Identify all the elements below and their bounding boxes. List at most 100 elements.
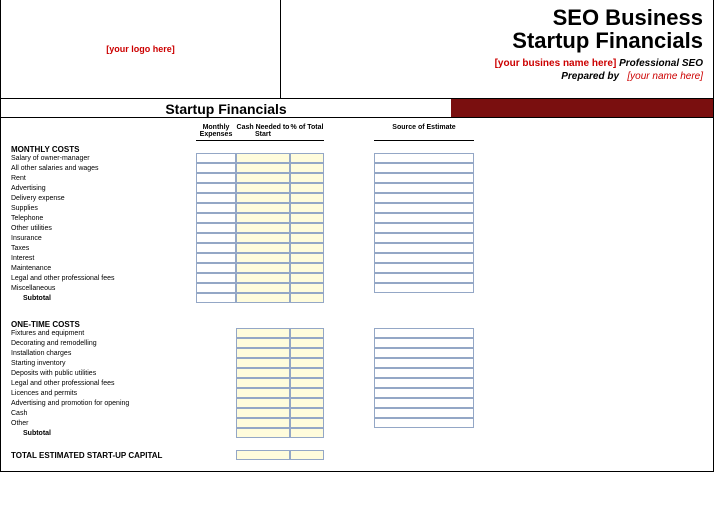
band-accent <box>451 99 713 117</box>
cell-source[interactable] <box>374 253 474 263</box>
cell-monthly[interactable] <box>196 213 236 223</box>
cell-cash[interactable] <box>236 418 290 428</box>
cell-monthly[interactable] <box>196 193 236 203</box>
cell-source[interactable] <box>374 418 474 428</box>
cell-cash[interactable] <box>236 223 290 233</box>
cell-source[interactable] <box>374 283 474 293</box>
row-label: Interest <box>11 254 196 264</box>
cell-cash[interactable] <box>236 153 290 163</box>
cell-cash[interactable] <box>236 233 290 243</box>
cell-cash[interactable] <box>236 193 290 203</box>
cell-pct[interactable] <box>290 223 324 233</box>
cell-source[interactable] <box>374 163 474 173</box>
cell-pct[interactable] <box>290 153 324 163</box>
cell-cash[interactable] <box>236 450 290 460</box>
cell-pct[interactable] <box>290 378 324 388</box>
cell-pct[interactable] <box>290 163 324 173</box>
cell-cash[interactable] <box>236 293 290 303</box>
cell-cash[interactable] <box>236 273 290 283</box>
cell-pct[interactable] <box>290 253 324 263</box>
table-row: Other <box>11 419 703 429</box>
cell-source[interactable] <box>374 338 474 348</box>
cell-pct[interactable] <box>290 293 324 303</box>
cell-monthly[interactable] <box>196 273 236 283</box>
row-label: Other <box>11 419 196 429</box>
cell-pct[interactable] <box>290 173 324 183</box>
cell-monthly[interactable] <box>196 263 236 273</box>
cell-source[interactable] <box>374 233 474 243</box>
cell-source[interactable] <box>374 183 474 193</box>
cell-cash[interactable] <box>236 358 290 368</box>
cell-pct[interactable] <box>290 273 324 283</box>
cell-source[interactable] <box>374 173 474 183</box>
cell-pct[interactable] <box>290 338 324 348</box>
cell-source[interactable] <box>374 358 474 368</box>
cell-pct[interactable] <box>290 418 324 428</box>
cell-source[interactable] <box>374 328 474 338</box>
cell-monthly[interactable] <box>196 253 236 263</box>
cell-cash[interactable] <box>236 243 290 253</box>
cell-cash[interactable] <box>236 183 290 193</box>
cell-monthly[interactable] <box>196 293 236 303</box>
cell-cash[interactable] <box>236 213 290 223</box>
cell-cash[interactable] <box>236 163 290 173</box>
cell-pct[interactable] <box>290 183 324 193</box>
cell-cash[interactable] <box>236 398 290 408</box>
cell-source[interactable] <box>374 243 474 253</box>
cell-monthly[interactable] <box>196 163 236 173</box>
cell-source[interactable] <box>374 213 474 223</box>
cell-source[interactable] <box>374 273 474 283</box>
cell-monthly[interactable] <box>196 243 236 253</box>
cell-cash[interactable] <box>236 348 290 358</box>
cell-source[interactable] <box>374 378 474 388</box>
cell-pct[interactable] <box>290 398 324 408</box>
cell-pct[interactable] <box>290 213 324 223</box>
total-row: TOTAL ESTIMATED START-UP CAPITAL <box>11 451 703 461</box>
cell-monthly[interactable] <box>196 153 236 163</box>
cell-source[interactable] <box>374 398 474 408</box>
cell-monthly[interactable] <box>196 233 236 243</box>
cell-cash[interactable] <box>236 338 290 348</box>
cell-cash[interactable] <box>236 368 290 378</box>
cell-pct[interactable] <box>290 368 324 378</box>
cell-pct[interactable] <box>290 203 324 213</box>
cell-source[interactable] <box>374 203 474 213</box>
cell-source[interactable] <box>374 388 474 398</box>
cell-pct[interactable] <box>290 328 324 338</box>
cell-cash[interactable] <box>236 253 290 263</box>
cell-source[interactable] <box>374 408 474 418</box>
cell-cash[interactable] <box>236 328 290 338</box>
cell-source[interactable] <box>374 193 474 203</box>
cell-monthly[interactable] <box>196 223 236 233</box>
cell-cash[interactable] <box>236 378 290 388</box>
cell-pct[interactable] <box>290 193 324 203</box>
cell-pct[interactable] <box>290 408 324 418</box>
cell-cash[interactable] <box>236 388 290 398</box>
cell-source[interactable] <box>374 223 474 233</box>
cell-pct[interactable] <box>290 428 324 438</box>
cell-pct[interactable] <box>290 233 324 243</box>
cell-cash[interactable] <box>236 283 290 293</box>
cell-source[interactable] <box>374 348 474 358</box>
cell-cash[interactable] <box>236 203 290 213</box>
cell-monthly[interactable] <box>196 283 236 293</box>
cell-monthly[interactable] <box>196 183 236 193</box>
cell-pct[interactable] <box>290 358 324 368</box>
cell-monthly[interactable] <box>196 203 236 213</box>
cell-cash[interactable] <box>236 173 290 183</box>
section-band: Startup Financials <box>1 98 713 118</box>
cell-source[interactable] <box>374 153 474 163</box>
cell-cash[interactable] <box>236 428 290 438</box>
cell-cash[interactable] <box>236 263 290 273</box>
cell-source[interactable] <box>374 368 474 378</box>
cell-pct[interactable] <box>290 243 324 253</box>
cell-source[interactable] <box>374 263 474 273</box>
cell-pct[interactable] <box>290 450 324 460</box>
cell-monthly[interactable] <box>196 173 236 183</box>
cell-pct[interactable] <box>290 388 324 398</box>
cell-pct[interactable] <box>290 283 324 293</box>
cell-cash[interactable] <box>236 408 290 418</box>
cell-pct[interactable] <box>290 263 324 273</box>
table-row: Miscellaneous <box>11 284 703 294</box>
cell-pct[interactable] <box>290 348 324 358</box>
